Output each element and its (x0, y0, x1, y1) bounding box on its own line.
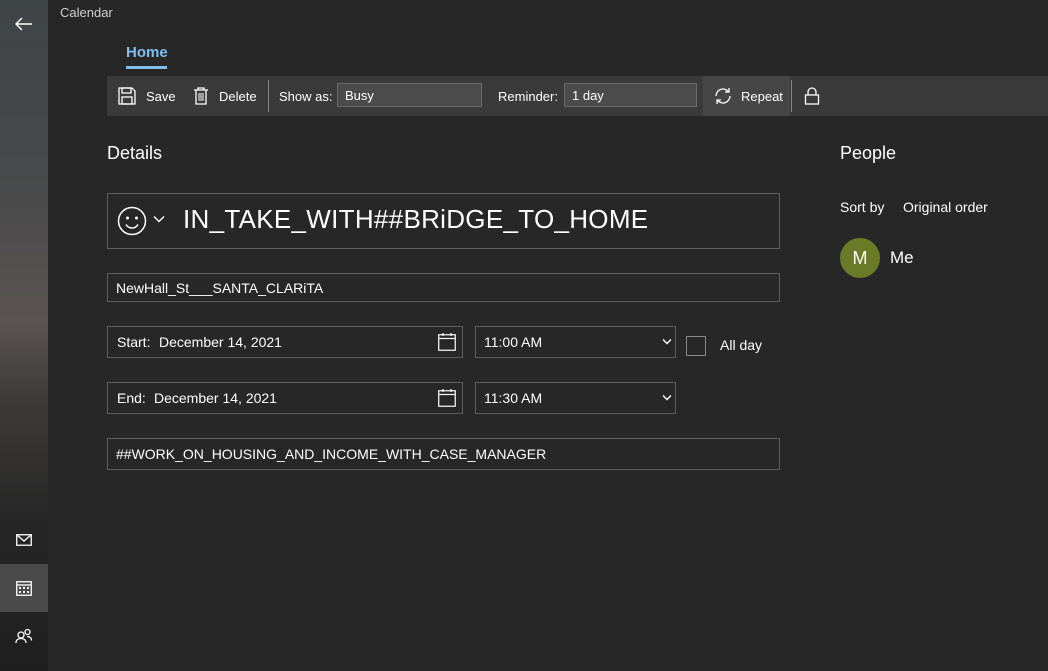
mail-icon (16, 534, 32, 546)
reminder-select[interactable]: 1 day (564, 83, 697, 107)
toolbar: Save Delete Show as: Busy Reminder: 1 da… (107, 76, 1048, 116)
people-nav-button[interactable] (0, 612, 48, 660)
end-time: 11:30 AM (484, 390, 543, 406)
end-date-picker[interactable]: End: December 14, 2021 (107, 382, 463, 414)
location-value: NewHall_St___SANTA_CLARiTA (116, 280, 324, 296)
show-as-label: Show as: (279, 88, 333, 104)
toolbar-separator (268, 80, 269, 112)
calendar-icon (16, 581, 32, 596)
back-arrow-icon (15, 17, 32, 31)
start-time: 11:00 AM (484, 334, 543, 350)
back-button[interactable] (0, 0, 48, 48)
tab-home[interactable]: Home (126, 44, 168, 61)
all-day-checkbox[interactable] (686, 336, 706, 356)
all-day-label: All day (720, 337, 763, 353)
delete-icon (194, 87, 208, 105)
mail-nav-button[interactable] (0, 516, 48, 564)
chevron-down-icon (662, 339, 672, 345)
calendar-icon (438, 333, 456, 351)
event-title-field[interactable]: IN_TAKE_WITH##BRiDGE_TO_HOME (107, 193, 780, 249)
details-heading: Details (107, 143, 163, 163)
save-button[interactable]: Save (118, 76, 176, 116)
repeat-label: Repeat (741, 88, 783, 104)
app-title: Calendar (60, 5, 113, 20)
people-heading: People (840, 143, 897, 163)
toolbar-separator (791, 80, 792, 112)
tab-home-underline (126, 66, 167, 69)
notes-value: ##WORK_ON_HOUSING_AND_INCOME_WITH_CASE_M… (116, 446, 547, 462)
save-label: Save (146, 88, 176, 104)
delete-button[interactable]: Delete (193, 76, 257, 116)
avatar[interactable]: M (840, 238, 880, 278)
end-label: End: (117, 390, 146, 406)
start-label: Start: (117, 334, 151, 350)
reminder-label: Reminder: (498, 88, 558, 104)
notes-field[interactable]: ##WORK_ON_HOUSING_AND_INCOME_WITH_CASE_M… (107, 438, 780, 470)
repeat-icon (715, 88, 731, 104)
end-time-select[interactable]: 11:30 AM (475, 382, 676, 414)
chevron-down-icon (662, 395, 672, 401)
location-field[interactable]: NewHall_St___SANTA_CLARiTA (107, 273, 780, 302)
sort-order-select[interactable]: Original order (903, 199, 988, 215)
calendar-nav-button[interactable] (0, 564, 48, 612)
sort-by-label: Sort by (840, 199, 885, 215)
show-as-select[interactable]: Busy (337, 83, 482, 107)
calendar-icon (438, 389, 456, 407)
smiley-icon[interactable] (117, 206, 147, 236)
start-date: December 14, 2021 (159, 334, 282, 350)
attendee-name[interactable]: Me (890, 248, 914, 268)
delete-label: Delete (219, 88, 257, 104)
save-icon (118, 87, 136, 105)
start-date-picker[interactable]: Start: December 14, 2021 (107, 326, 463, 358)
people-icon (15, 628, 33, 644)
private-lock-button[interactable] (804, 76, 820, 116)
lock-icon (804, 87, 820, 105)
start-time-select[interactable]: 11:00 AM (475, 326, 676, 358)
repeat-button[interactable]: Repeat (713, 76, 783, 116)
event-title: IN_TAKE_WITH##BRiDGE_TO_HOME (183, 204, 649, 234)
left-rail (0, 0, 48, 671)
chevron-down-icon[interactable] (153, 215, 165, 223)
end-date: December 14, 2021 (154, 390, 277, 406)
